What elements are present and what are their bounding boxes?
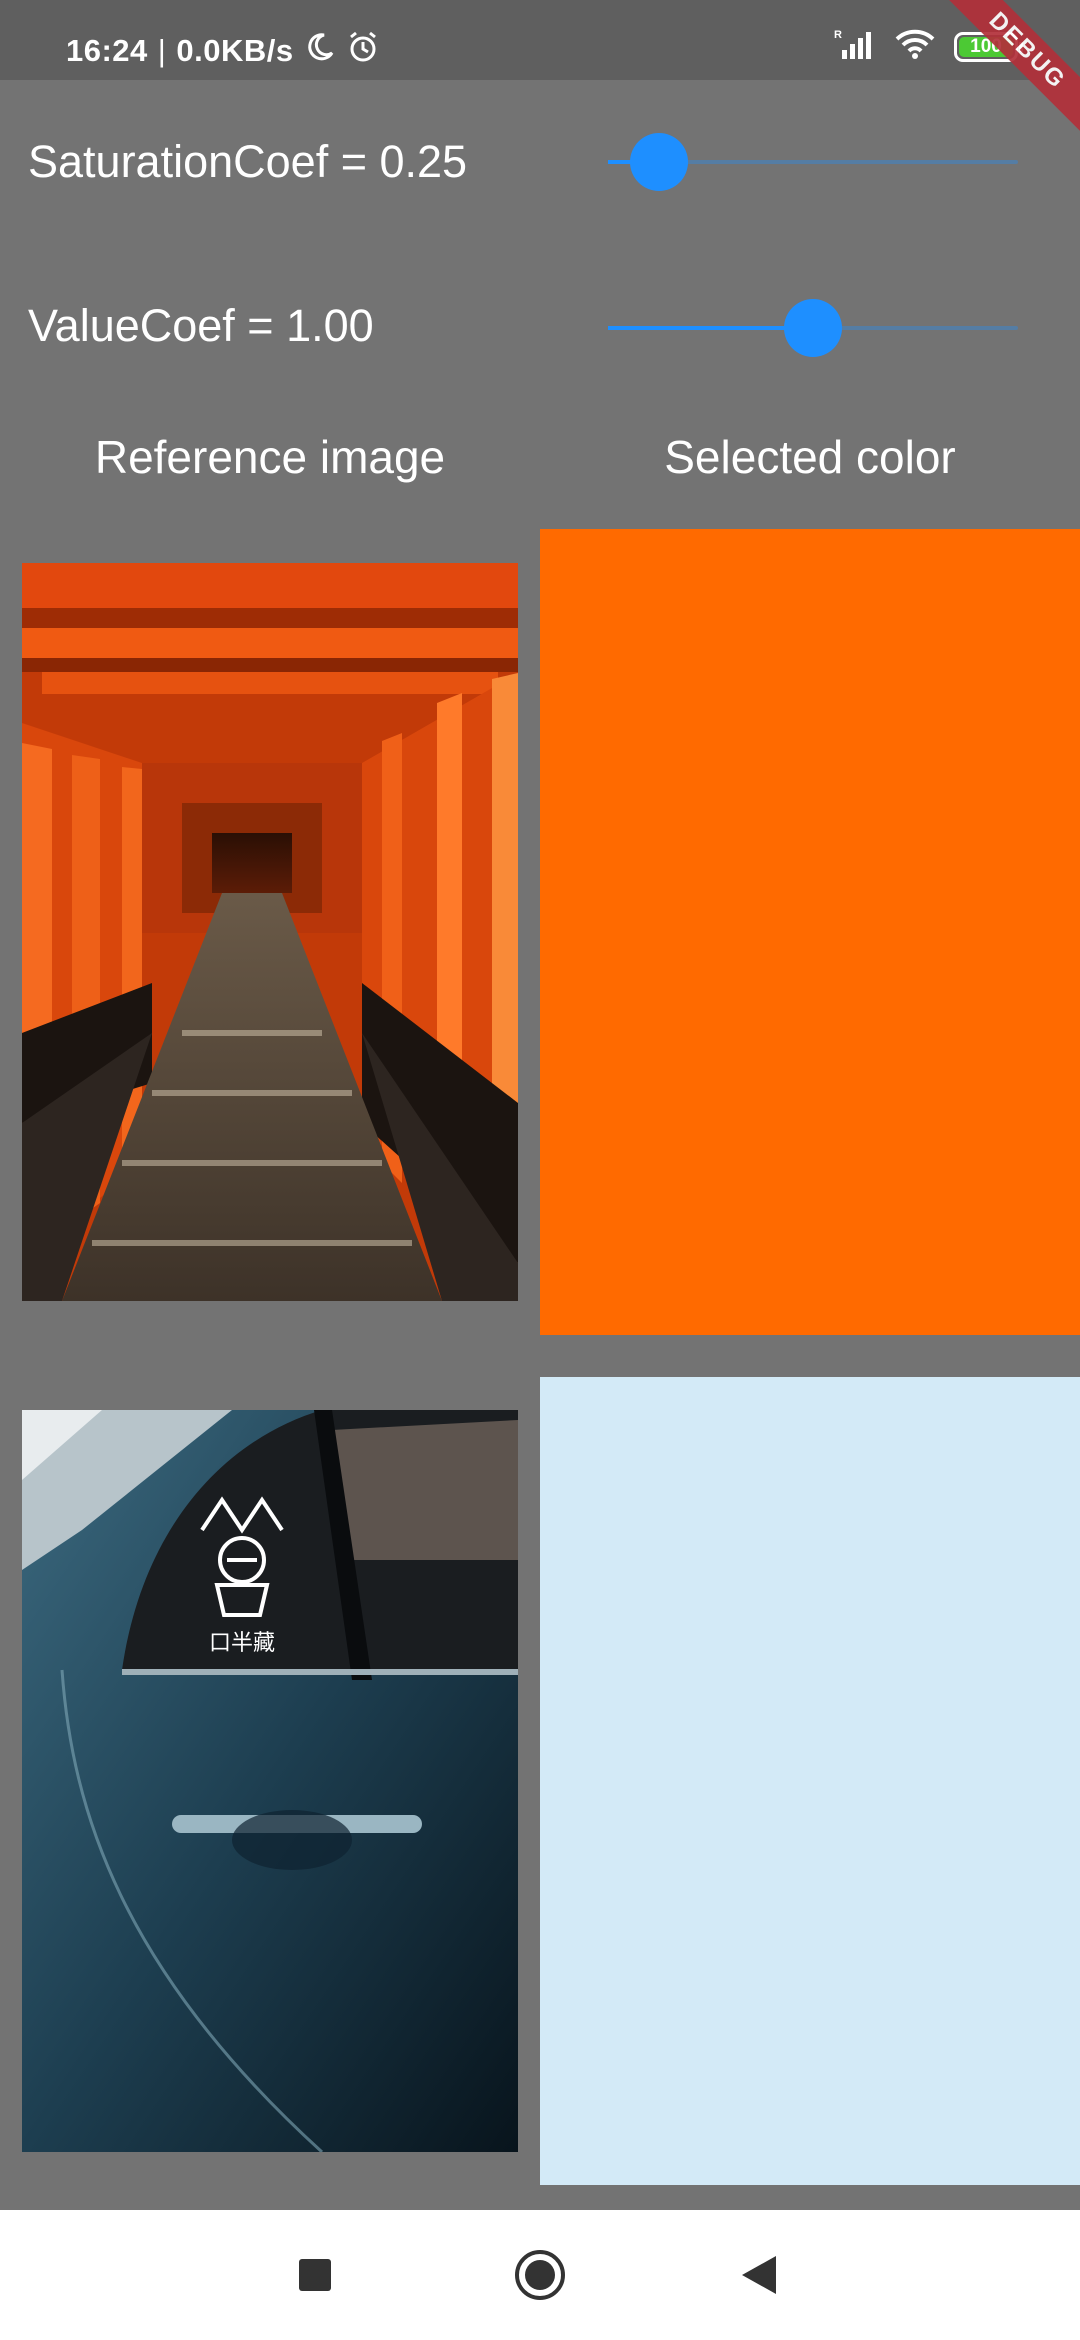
value-slider-row: ValueCoef = 1.00 [0, 278, 1080, 378]
saturation-slider-thumb[interactable] [630, 133, 689, 191]
saturation-slider[interactable] [608, 133, 1018, 191]
wifi-icon [894, 28, 936, 65]
svg-text:口半藏: 口半藏 [209, 1631, 275, 1656]
selected-color-swatch-2 [540, 1377, 1080, 2185]
separator: | [157, 33, 167, 68]
reference-image-torii[interactable] [22, 563, 518, 1301]
network-speed: 0.0KB/s [176, 33, 294, 68]
value-slider-thumb[interactable] [784, 299, 842, 357]
saturation-slider-row: SaturationCoef = 0.25 [0, 112, 1080, 212]
recents-square-icon[interactable] [255, 2210, 375, 2340]
svg-text:R: R [834, 29, 842, 41]
home-circle-icon[interactable] [480, 2210, 600, 2340]
reference-image-header: Reference image [94, 431, 446, 483]
clock-time: 16:24 [66, 33, 148, 68]
saturation-label: SaturationCoef = 0.25 [28, 136, 468, 187]
back-triangle-icon[interactable] [700, 2210, 820, 2340]
status-time-group: 16:24 | 0.0KB/s [66, 30, 380, 72]
navigation-bar [0, 2210, 1080, 2340]
reference-image-car[interactable]: 口半藏 [22, 1410, 518, 2152]
value-label: ValueCoef = 1.00 [28, 300, 374, 351]
value-slider-active [608, 326, 813, 330]
selected-color-swatch-1 [540, 529, 1080, 1335]
selected-color-header: Selected color [664, 431, 956, 483]
moon-icon [304, 31, 336, 71]
alarm-icon [346, 30, 380, 72]
value-slider[interactable] [608, 299, 1018, 357]
signal-icon: R [834, 28, 876, 65]
status-bar: 16:24 | 0.0KB/s R 100 [0, 0, 1080, 80]
